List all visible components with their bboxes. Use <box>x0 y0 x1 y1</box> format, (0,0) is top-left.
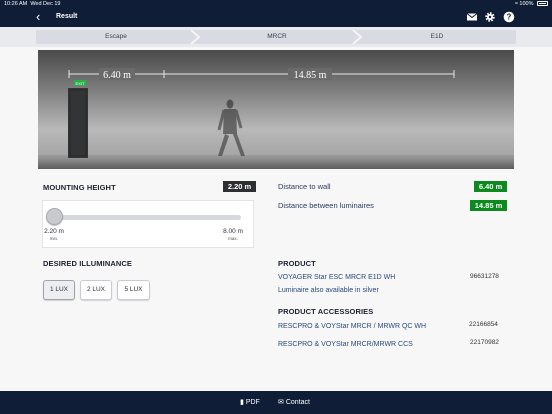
mounting-height-thumb[interactable] <box>46 208 63 225</box>
slider-min-value: 2.20 m <box>44 228 64 235</box>
accessory-item-2-name[interactable]: RESCPRO & VOYStar MRCR/MRWR CCS <box>278 341 413 348</box>
door <box>68 88 88 158</box>
footer-bar: ▮ PDF ✉ Contact <box>0 391 552 414</box>
desired-illuminance-label: DESIRED ILLUMINANCE <box>43 259 132 268</box>
svg-text:EXIT: EXIT <box>76 81 85 86</box>
slider-max-label: max. <box>228 236 238 241</box>
gear-icon[interactable] <box>484 11 496 23</box>
distance-to-wall-value: 6.40 m <box>474 181 507 192</box>
accessory-item-1-code: 22166854 <box>469 321 498 328</box>
svg-text:?: ? <box>507 13 512 22</box>
slider-min-label: min. <box>49 236 59 241</box>
mail-icon[interactable] <box>466 11 478 23</box>
lux-option-1[interactable]: 1 LUX <box>43 280 75 300</box>
accessory-item-2-code: 22170982 <box>470 339 499 346</box>
page-title: Result <box>56 13 78 20</box>
product-code: 96631278 <box>470 273 499 280</box>
status-time-date: 10:26 AM Wed Dec 19 <box>4 1 61 7</box>
step-breadcrumb: Escape MRCR E1D <box>0 27 552 47</box>
help-icon[interactable]: ? <box>503 11 515 23</box>
distance-to-wall-label: Distance to wall <box>278 182 331 191</box>
distance-between-label: Distance between luminaires <box>278 201 374 210</box>
corridor-scene: EXIT 6.40 m 14.85 m <box>38 50 514 169</box>
mounting-height-value: 2.20 m <box>223 181 256 192</box>
back-chevron-icon[interactable]: ‹ <box>36 10 40 23</box>
accessories-heading: PRODUCT ACCESSORIES <box>278 307 374 316</box>
product-name[interactable]: VOYAGER Star ESC MRCR E1D WH <box>278 274 395 281</box>
battery-percent: 100% <box>519 1 534 7</box>
nav-bar: ‹ Result ? <box>0 8 552 27</box>
lux-option-2[interactable]: 2 LUX <box>80 280 112 300</box>
product-heading: PRODUCT <box>278 259 316 268</box>
lux-option-5[interactable]: 5 LUX <box>117 280 150 300</box>
mounting-height-label: MOUNTING HEIGHT <box>43 183 116 192</box>
slider-max-value: 8.00 m <box>223 228 243 235</box>
status-bar: 10:26 AM Wed Dec 19 ≈ 100% <box>0 0 552 8</box>
step-separators <box>190 29 363 45</box>
battery-icon <box>537 1 548 6</box>
status-right: ≈ 100% <box>515 0 548 8</box>
product-note: Luminaire also available in silver <box>278 287 379 294</box>
document-icon: ▮ <box>240 399 244 406</box>
dim-label-wall: 6.40 m <box>103 70 131 81</box>
dim-label-between: 14.85 m <box>294 70 327 81</box>
corridor-illustration: EXIT 6.40 m 14.85 m <box>38 50 514 169</box>
envelope-icon: ✉ <box>278 399 284 406</box>
mounting-height-track[interactable] <box>51 215 241 220</box>
wifi-icon: ≈ <box>514 1 518 7</box>
contact-button[interactable]: ✉ Contact <box>278 398 310 406</box>
distance-between-value: 14.85 m <box>470 200 507 211</box>
pdf-button[interactable]: ▮ PDF <box>240 398 260 406</box>
accessory-item-1-name[interactable]: RESCPRO & VOYStar MRCR / MRWR QC WH <box>278 323 426 330</box>
mounting-height-slider-card: 2.20 m min. 8.00 m max. <box>42 200 254 248</box>
